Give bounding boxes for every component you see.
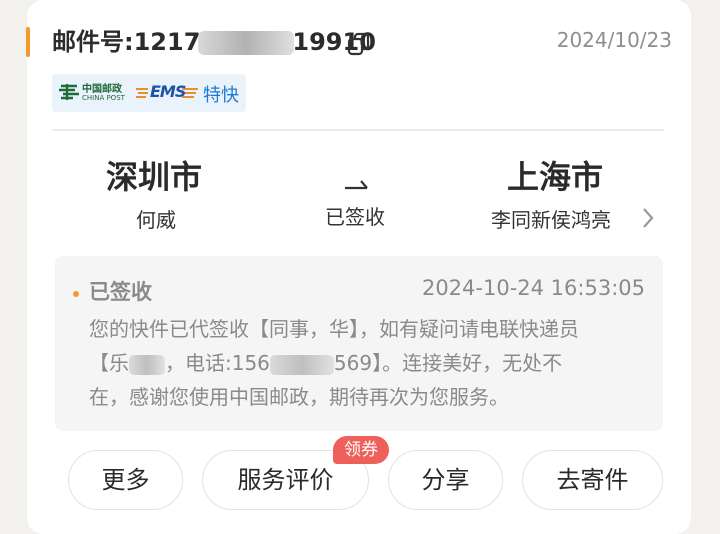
tracking-time: 2024-10-24 16:53:05	[421, 276, 645, 300]
china-post-en: CHINA POST	[82, 94, 125, 102]
tracking-line-2c: 569】。连接美好，无处不	[333, 351, 563, 375]
tracking-panel[interactable]: 已签收 2024-10-24 16:53:05 您的快件已代签收【同事，华】，如…	[55, 256, 663, 431]
mail-number: 邮件号:1217 19910	[52, 24, 376, 60]
chevron-right-icon[interactable]	[640, 206, 656, 230]
more-button[interactable]: 更多	[68, 450, 183, 510]
tracking-line-2b: ，电话:156	[165, 351, 270, 375]
tracking-line-3: 在，感谢您使用中国邮政，期待再次为您服务。	[89, 385, 509, 409]
origin-city: 深圳市	[106, 158, 203, 196]
sender-name: 何威	[136, 208, 176, 232]
accent-bar	[26, 27, 30, 57]
recipient-name[interactable]: 李同新侯鸿亮	[491, 204, 611, 233]
share-button[interactable]: 分享	[388, 450, 503, 510]
copy-icon[interactable]	[346, 31, 372, 57]
delivery-status: 已签收	[325, 205, 385, 229]
carrier-logo: 中国邮政 CHINA POST EMS 特快	[52, 74, 246, 112]
mail-number-blur	[198, 31, 295, 55]
ems-logo: EMS	[150, 82, 186, 101]
china-post-cn: 中国邮政	[82, 84, 122, 95]
tracking-line-2a: 【乐	[89, 351, 129, 375]
phone-blur	[269, 354, 334, 375]
coupon-badge[interactable]: 领券	[333, 436, 389, 464]
mail-number-prefix: 邮件号:1217	[52, 28, 201, 56]
tracking-line-2: 【乐 ，电话:156 569】。连接美好，无处不	[89, 346, 649, 380]
china-post-logo-icon	[59, 84, 79, 100]
tracking-line-1: 您的快件已代签收【同事，华】，如有疑问请电联快递员	[89, 317, 579, 341]
timeline-dot	[73, 291, 79, 297]
tracking-status: 已签收	[89, 280, 152, 304]
send-package-button[interactable]: 去寄件	[522, 450, 663, 510]
destination-city: 上海市	[507, 158, 604, 196]
divider	[52, 129, 664, 131]
ship-date: 2024/10/23	[556, 28, 672, 52]
service-type: 特快	[203, 85, 239, 106]
tracking-description: 您的快件已代签收【同事，华】，如有疑问请电联快递员 【乐 ，电话:156 569】。…	[89, 312, 649, 414]
courier-name-blur	[129, 354, 165, 375]
route-arrow-icon	[345, 180, 368, 190]
